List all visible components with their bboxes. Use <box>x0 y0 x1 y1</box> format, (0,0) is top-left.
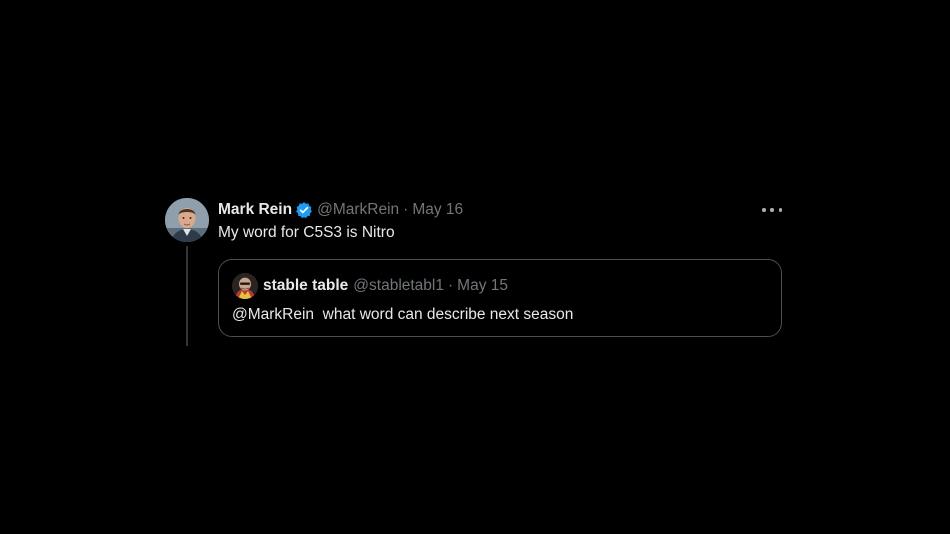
quoted-header-separator: · <box>448 277 454 294</box>
quoted-author-handle[interactable]: @stabletabl1 <box>353 276 444 296</box>
more-horizontal-icon[interactable] <box>762 202 782 218</box>
quoted-tweet[interactable]: stable table @stabletabl1 · May 15 @Mark… <box>218 259 782 337</box>
author-name[interactable]: Mark Rein <box>218 200 292 220</box>
quoted-author-name[interactable]: stable table <box>263 276 348 296</box>
more-dot <box>762 208 766 212</box>
screen: Mark Rein @MarkRein · May 16 My word for… <box>0 0 950 534</box>
tweet-date[interactable]: May 16 <box>412 200 463 220</box>
quoted-tweet-header: stable table @stabletabl1 · May 15 <box>232 273 508 299</box>
quoted-author-avatar <box>232 273 258 299</box>
more-dot <box>770 208 774 212</box>
tweet-content: Mark Rein @MarkRein · May 16 My word for… <box>218 198 784 337</box>
quoted-tweet-date: May 15 <box>457 277 509 294</box>
header-separator: · <box>403 201 409 218</box>
verified-badge-icon <box>295 201 313 219</box>
quoted-tweet-text: @MarkRein what word can describe next se… <box>232 306 574 323</box>
author-handle[interactable]: @MarkRein <box>317 200 399 220</box>
tweet-header: Mark Rein @MarkRein · May 16 <box>218 198 784 222</box>
thread-line <box>186 246 188 346</box>
author-avatar-image <box>165 198 209 242</box>
tweet-text: My word for C5S3 is Nitro <box>218 224 395 241</box>
more-dot <box>778 208 782 212</box>
quoted-author-avatar-image <box>232 273 258 299</box>
author-avatar[interactable] <box>165 198 209 242</box>
